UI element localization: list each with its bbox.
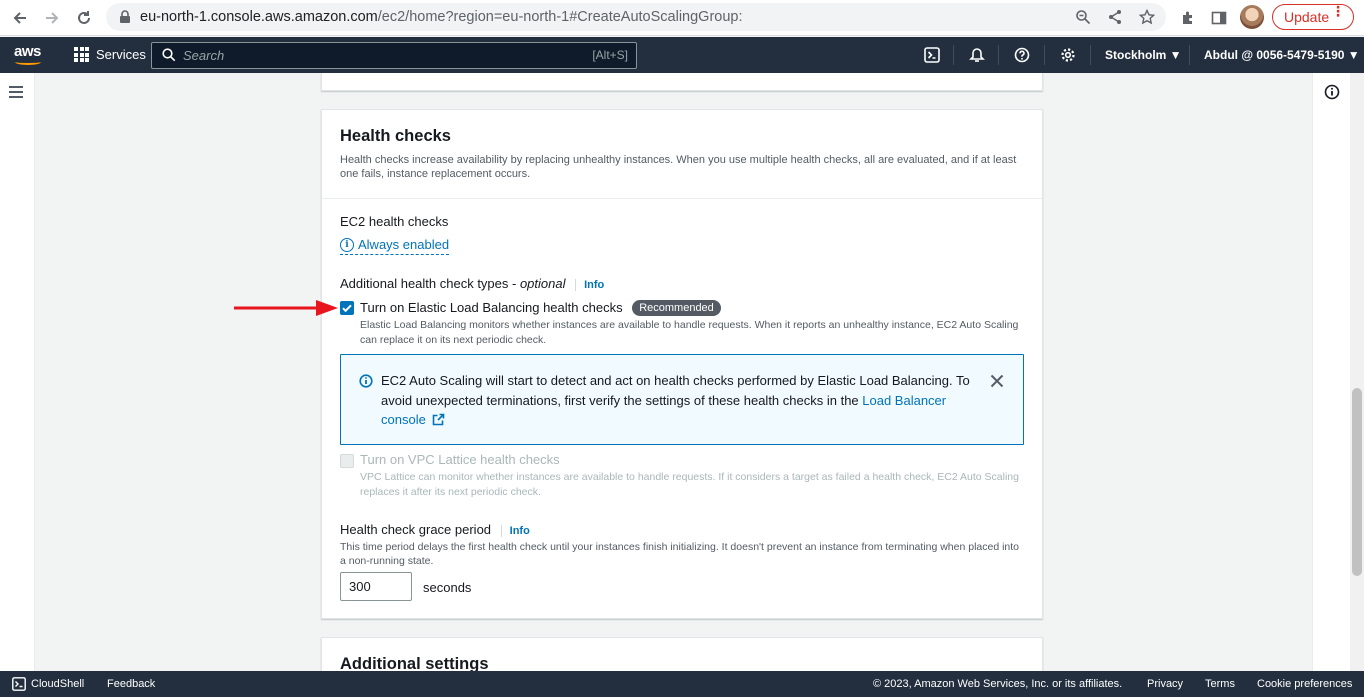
help-icon[interactable]: [1012, 45, 1032, 65]
info-panel-icon[interactable]: [1324, 84, 1340, 100]
previous-panel: [321, 73, 1043, 91]
settings-gear-icon[interactable]: [1058, 45, 1078, 65]
grace-info-link[interactable]: Info: [500, 525, 530, 537]
info-circle-icon: [359, 374, 373, 388]
health-checks-title: Health checks: [340, 127, 451, 145]
vpc-lattice-label: Turn on VPC Lattice health checks: [360, 452, 560, 467]
always-enabled-popover[interactable]: i Always enabled: [340, 237, 450, 255]
cloudshell-icon: [12, 677, 26, 691]
bookmark-star-icon[interactable]: [1138, 8, 1156, 26]
services-label: Services: [96, 47, 146, 62]
back-arrow-icon[interactable]: [8, 6, 32, 30]
browser-toolbar: eu-north-1.console.aws.amazon.com/ec2/ho…: [0, 0, 1364, 36]
search-field[interactable]: [Alt+S]: [151, 42, 637, 69]
grid-icon: [74, 47, 89, 62]
console-footer: CloudShell Feedback © 2023, Amazon Web S…: [0, 671, 1364, 697]
nav-divider: [953, 45, 954, 65]
always-enabled-label: Always enabled: [358, 237, 450, 252]
profile-avatar[interactable]: [1240, 5, 1264, 29]
forward-arrow-icon[interactable]: [40, 6, 64, 30]
scrollbar-thumb[interactable]: [1352, 388, 1362, 576]
grace-period-input[interactable]: [340, 572, 412, 601]
address-bar[interactable]: eu-north-1.console.aws.amazon.com/ec2/ho…: [106, 3, 1166, 31]
zoom-icon[interactable]: [1074, 8, 1092, 26]
nav-divider: [1189, 45, 1190, 65]
panel-header: Health checks Health checks increase ava…: [322, 110, 1042, 199]
grace-period-label: Health check grace period Info: [340, 522, 530, 537]
info-circle-icon: i: [340, 237, 354, 252]
search-input[interactable]: [183, 46, 563, 65]
additional-health-check-label: Additional health check types - optional…: [340, 276, 605, 291]
extensions-puzzle-icon[interactable]: [1176, 6, 1200, 30]
account-menu[interactable]: Abdul @ 0056-5479-5190 ▼: [1204, 48, 1360, 62]
cloudshell-icon[interactable]: [922, 45, 942, 65]
side-panel-icon[interactable]: [1207, 6, 1231, 30]
recommended-badge: Recommended: [632, 300, 721, 316]
update-label: Update: [1284, 9, 1330, 25]
optional-label: optional: [519, 276, 566, 291]
aws-top-nav: aws Services [Alt+S] Stockholm ▼ Abdul @…: [0, 37, 1364, 73]
search-shortcut: [Alt+S]: [592, 48, 628, 62]
grace-period-description: This time period delays the first health…: [340, 541, 1020, 567]
nav-divider: [998, 45, 999, 65]
more-vert-icon: ⋮: [1331, 3, 1345, 19]
reload-icon[interactable]: [72, 6, 96, 30]
seconds-unit: seconds: [423, 580, 472, 595]
url-text: eu-north-1.console.aws.amazon.com/ec2/ho…: [140, 9, 743, 25]
aws-logo[interactable]: aws: [14, 43, 41, 60]
elb-info-alert: EC2 Auto Scaling will start to detect an…: [340, 354, 1024, 445]
nav-divider: [1044, 45, 1045, 65]
terms-link[interactable]: Terms: [1205, 678, 1235, 690]
close-icon[interactable]: [988, 372, 1006, 390]
share-icon[interactable]: [1106, 8, 1124, 26]
health-checks-description: Health checks increase availability by r…: [340, 154, 1017, 180]
nav-divider: [1090, 45, 1091, 65]
elb-health-checks-label[interactable]: Turn on Elastic Load Balancing health ch…: [360, 300, 721, 316]
hamburger-menu-icon[interactable]: [9, 86, 23, 101]
lock-icon[interactable]: [116, 8, 134, 26]
left-navigation-rail: [0, 73, 35, 671]
elb-health-checks-description: Elastic Load Balancing monitors whether …: [360, 319, 1019, 346]
privacy-link[interactable]: Privacy: [1147, 678, 1183, 690]
external-link-icon: [433, 413, 445, 426]
scrollbar-track[interactable]: [1350, 73, 1364, 671]
cookie-preferences-link[interactable]: Cookie preferences: [1257, 678, 1352, 690]
vpc-lattice-description: VPC Lattice can monitor whether instance…: [360, 471, 1019, 498]
notifications-bell-icon[interactable]: [967, 45, 987, 65]
region-selector[interactable]: Stockholm ▼: [1105, 48, 1182, 62]
health-checks-panel: Health checks Health checks increase ava…: [321, 109, 1043, 619]
services-menu-button[interactable]: Services: [74, 47, 146, 62]
right-help-rail: [1312, 73, 1350, 671]
feedback-link[interactable]: Feedback: [107, 678, 155, 690]
aws-logo-smile: [15, 59, 41, 65]
alert-message: EC2 Auto Scaling will start to detect an…: [381, 373, 970, 427]
copyright-text: © 2023, Amazon Web Services, Inc. or its…: [873, 678, 1123, 690]
red-arrow-annotation: [234, 300, 338, 316]
cloudshell-link[interactable]: CloudShell: [31, 678, 84, 690]
info-link[interactable]: Info: [575, 279, 605, 291]
search-icon: [162, 48, 176, 62]
update-button[interactable]: Update ⋮: [1272, 4, 1354, 30]
ec2-health-checks-label: EC2 health checks: [340, 214, 449, 229]
vpc-lattice-checkbox[interactable]: [340, 454, 354, 468]
